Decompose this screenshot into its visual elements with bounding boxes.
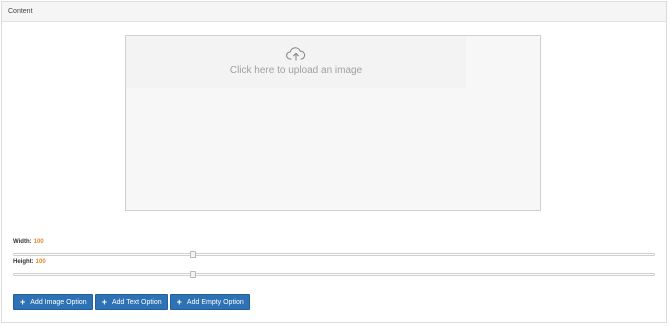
cloud-upload-icon xyxy=(286,47,306,61)
plus-icon: + xyxy=(20,296,26,307)
add-empty-option-label: Add Empty Option xyxy=(186,298,244,306)
add-image-option-button[interactable]: + Add Image Option xyxy=(13,294,93,310)
add-text-option-button[interactable]: + Add Text Option xyxy=(94,294,168,310)
panel-title: Content xyxy=(8,8,33,15)
height-slider[interactable] xyxy=(13,273,655,276)
width-label: Width: 100 xyxy=(13,239,44,245)
height-label: Height: 100 xyxy=(13,259,46,265)
width-slider[interactable] xyxy=(13,253,655,256)
add-empty-option-button[interactable]: + Add Empty Option xyxy=(169,294,250,310)
plus-icon: + xyxy=(101,296,107,307)
height-value: 100 xyxy=(35,259,46,265)
height-slider-handle[interactable] xyxy=(189,271,196,278)
add-image-option-label: Add Image Option xyxy=(30,298,87,306)
width-slider-handle[interactable] xyxy=(189,251,196,258)
option-button-row: + Add Image Option + Add Text Option + A… xyxy=(13,294,250,310)
panel-header: Content xyxy=(2,2,666,22)
width-value: 100 xyxy=(33,239,44,245)
image-upload-dropzone[interactable]: Click here to upload an image xyxy=(125,35,541,211)
upload-prompt-text: Click here to upload an image xyxy=(229,65,363,76)
add-text-option-label: Add Text Option xyxy=(111,298,162,306)
width-label-text: Width: xyxy=(13,239,32,245)
upload-area-shade xyxy=(126,36,466,88)
plus-icon: + xyxy=(176,296,182,307)
height-label-text: Height: xyxy=(13,259,34,265)
